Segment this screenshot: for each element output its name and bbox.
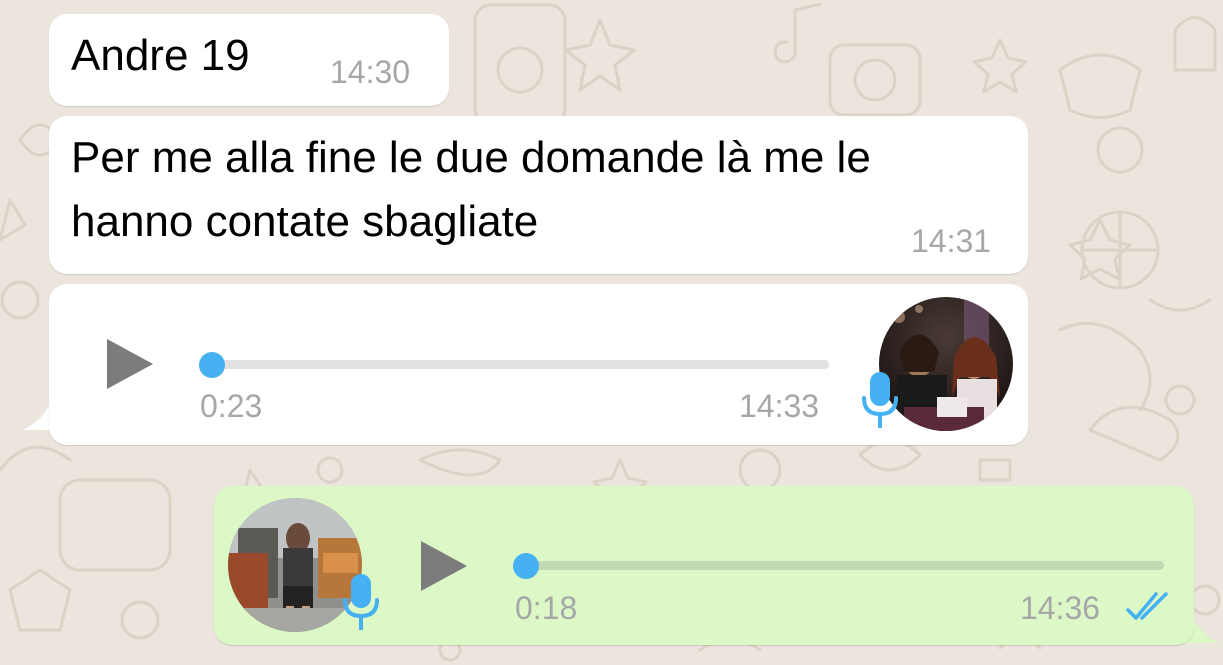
- message-time: 14:30: [330, 54, 411, 90]
- microphone-icon: [343, 574, 379, 630]
- message-text-line-1: Per me alla fine le due domande là me le: [71, 133, 871, 182]
- double-check-icon: [1126, 592, 1168, 620]
- voice-duration: 0:23: [200, 388, 263, 424]
- message-time: 14:31: [911, 223, 992, 259]
- audio-progress-handle[interactable]: [199, 352, 225, 378]
- message-text: Andre 19: [71, 31, 250, 80]
- message-text-line-2: hanno contate sbagliate: [71, 197, 539, 246]
- message-time: 14:36: [1020, 590, 1101, 626]
- message-time: 14:33: [739, 388, 820, 424]
- audio-progress-track[interactable]: [514, 561, 1164, 570]
- incoming-voice-message[interactable]: 0:23 14:33: [49, 284, 1028, 445]
- audio-progress-track[interactable]: [199, 360, 829, 369]
- outgoing-voice-message[interactable]: 0:18 14:36: [214, 486, 1194, 645]
- play-icon[interactable]: [107, 339, 153, 389]
- voice-duration: 0:18: [515, 590, 578, 626]
- incoming-message-bubble[interactable]: Andre 19 14:30: [49, 14, 449, 106]
- incoming-message-bubble[interactable]: Per me alla fine le due domande là me le…: [49, 116, 1028, 274]
- play-icon[interactable]: [421, 541, 467, 591]
- microphone-icon: [862, 372, 898, 428]
- audio-progress-handle[interactable]: [513, 553, 539, 579]
